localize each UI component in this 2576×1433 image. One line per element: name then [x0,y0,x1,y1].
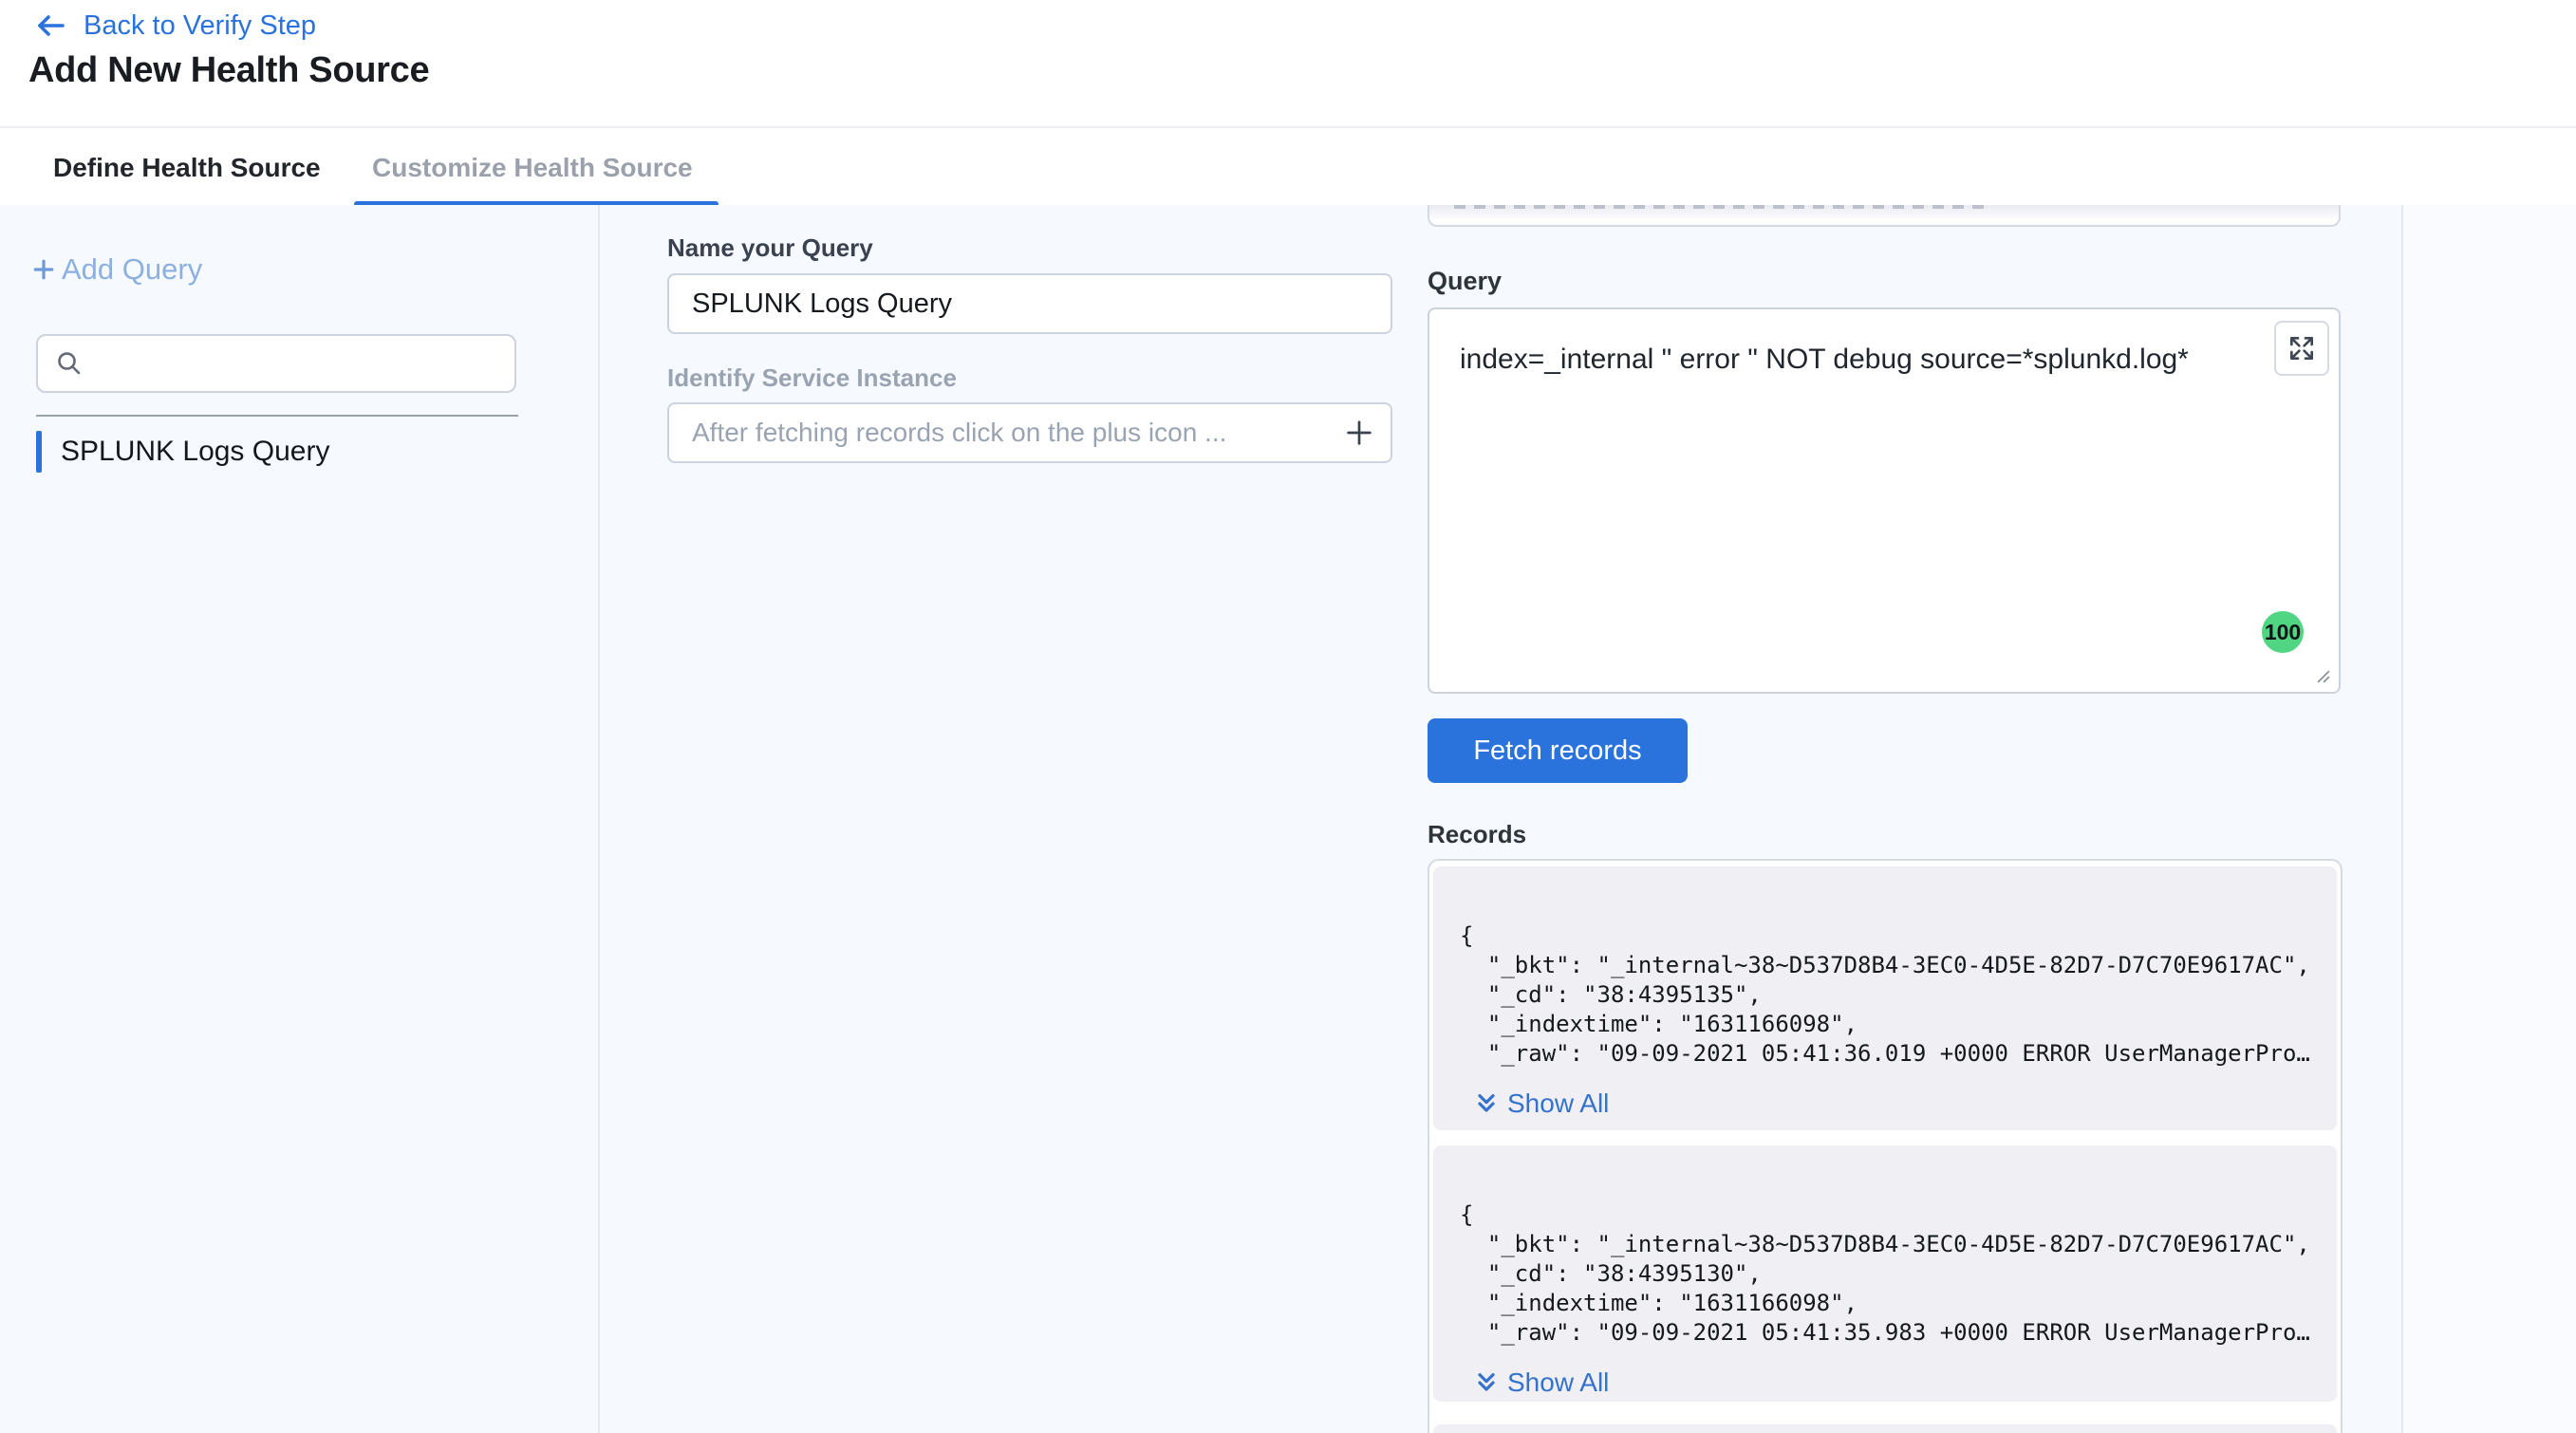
expand-query-button[interactable] [2274,321,2329,376]
chevron-double-down-icon [1473,1369,1500,1396]
tab-customize-health-source[interactable]: Customize Health Source [372,128,693,207]
record-card: { "_bkt": "_internal~38~D537D8B4-3EC0-4D… [1433,1145,2337,1402]
add-query-button[interactable]: Add Query [29,252,202,287]
records-label: Records [1428,820,1526,849]
fetch-records-button[interactable]: Fetch records [1428,718,1688,783]
service-instance-field [667,402,1392,463]
query-textarea[interactable]: index=_internal " error " NOT debug sour… [1428,307,2341,694]
partially-visible-input[interactable] [1428,205,2341,227]
record-card: { "_bkt": "_internal~38~D537D8B4-3EC0-4D… [1433,866,2337,1130]
page-title: Add New Health Source [28,50,429,91]
service-instance-input[interactable] [667,402,1392,463]
tab-bar: Define Health Source Customize Health So… [0,126,2576,205]
name-your-query-label: Name your Query [667,233,873,263]
plus-icon[interactable] [1343,417,1375,449]
show-all-button[interactable]: Show All [1473,1368,1609,1398]
clipped-text-remnant [1454,205,1986,209]
plus-icon [29,255,58,284]
sidebar-section-divider [36,415,518,417]
query-label: Query [1428,267,1502,296]
content-area: Add Query SPLUNK Logs Query Name your Qu… [0,205,2576,1433]
identify-service-instance-label: Identify Service Instance [667,363,957,393]
show-all-label: Show All [1507,1089,1609,1119]
record-count-badge: 100 [2262,611,2304,653]
chevron-double-down-icon [1473,1090,1500,1117]
arrow-left-icon [34,9,68,43]
query-list-item[interactable]: SPLUNK Logs Query [36,431,329,473]
records-container: { "_bkt": "_internal~38~D537D8B4-3EC0-4D… [1428,859,2343,1433]
selected-query-accent-bar [36,431,42,473]
back-link-label: Back to Verify Step [84,10,316,42]
expand-icon [2287,333,2317,363]
record-json: { "_bkt": "_internal~38~D537D8B4-3EC0-4D… [1460,1200,2310,1348]
query-text: index=_internal " error " NOT debug sour… [1460,344,2189,376]
sidebar-divider [598,205,600,1433]
query-name-input[interactable] [667,273,1392,334]
search-input[interactable] [36,334,516,393]
right-panel [2403,205,2576,1433]
add-query-label: Add Query [62,252,202,287]
show-all-button[interactable]: Show All [1473,1089,1609,1119]
query-item-label: SPLUNK Logs Query [61,436,329,468]
back-to-verify-step-link[interactable]: Back to Verify Step [34,9,316,43]
app-root: Back to Verify Step Add New Health Sourc… [0,0,2576,1433]
query-search [36,334,516,393]
record-json: { "_bkt": "_internal~38~D537D8B4-3EC0-4D… [1460,921,2310,1069]
resize-grip[interactable] [2311,664,2336,689]
show-all-label: Show All [1507,1368,1609,1398]
record-card [1433,1424,2337,1433]
search-icon [55,349,84,378]
tab-define-health-source[interactable]: Define Health Source [53,128,321,207]
